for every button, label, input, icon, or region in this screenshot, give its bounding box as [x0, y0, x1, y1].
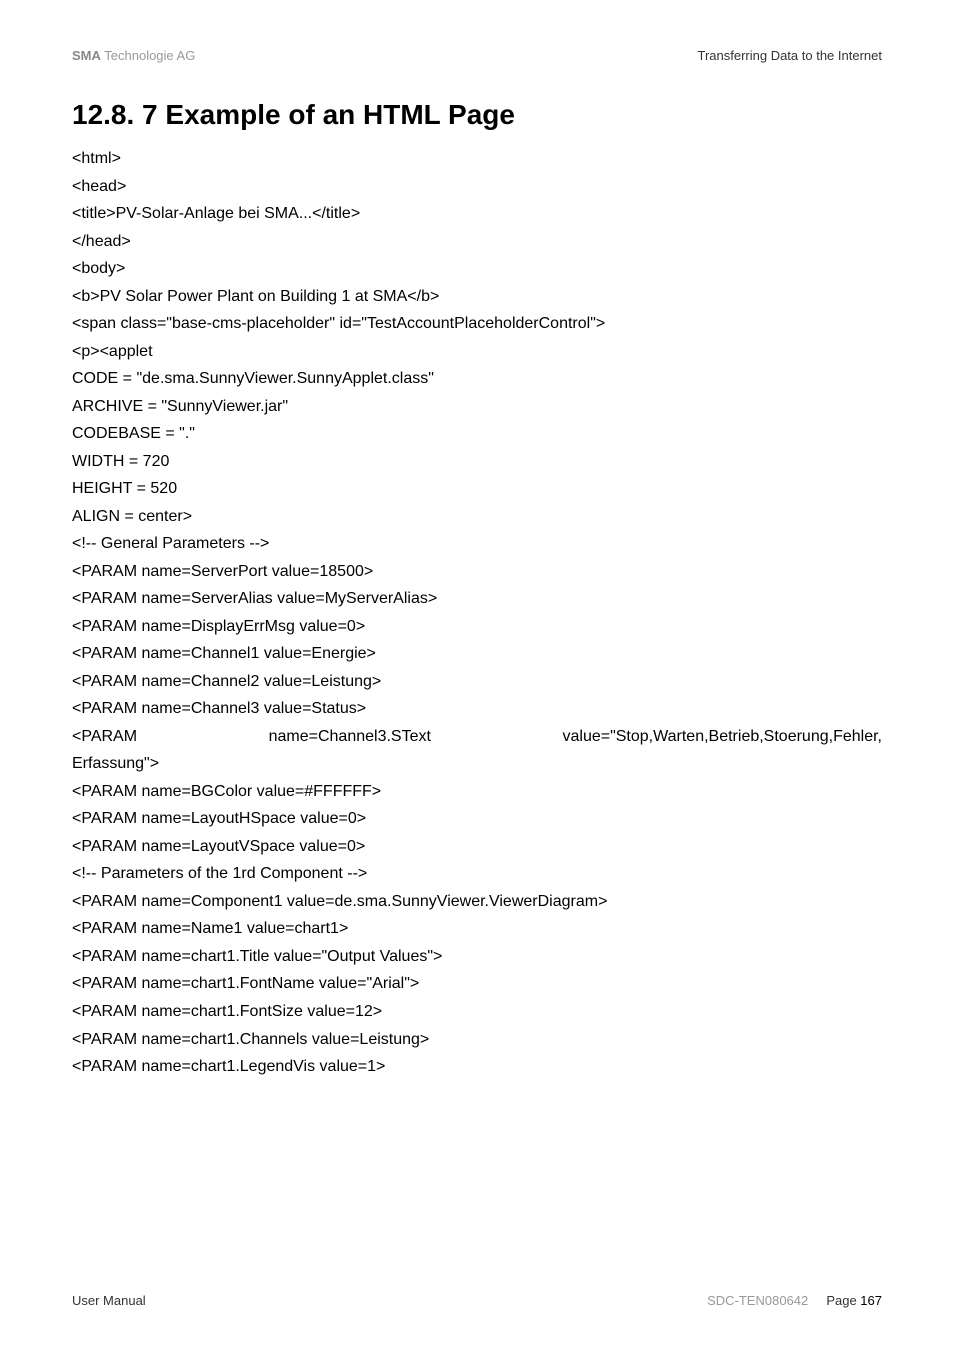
code-line: CODEBASE = ".": [72, 420, 882, 448]
footer-doc-id: SDC-TEN080642: [707, 1293, 808, 1308]
code-line: <PARAM name=ServerAlias value=MyServerAl…: [72, 585, 882, 613]
code-example-block: <html> <head> <title>PV-Solar-Anlage bei…: [72, 145, 882, 1081]
code-line: </head>: [72, 228, 882, 256]
code-line: <PARAM name=ServerPort value=18500>: [72, 558, 882, 586]
code-line: <PARAM name=Channel3.SText value="Stop,W…: [72, 723, 882, 751]
code-line: <!-- Parameters of the 1rd Component -->: [72, 860, 882, 888]
code-line: <p><applet: [72, 338, 882, 366]
code-line: <PARAM name=Channel2 value=Leistung>: [72, 668, 882, 696]
footer-left: User Manual: [72, 1293, 146, 1308]
code-line: CODE = "de.sma.SunnyViewer.SunnyApplet.c…: [72, 365, 882, 393]
code-line: Erfassung">: [72, 750, 882, 778]
code-line: <head>: [72, 173, 882, 201]
footer-page: Page 167: [826, 1293, 882, 1308]
page-header: SMA Technologie AG Transferring Data to …: [72, 48, 882, 63]
header-brand-rest: Technologie AG: [101, 48, 195, 63]
code-frag: value="Stop,Warten,Betrieb,Stoerung,Fehl…: [562, 723, 882, 751]
code-line: <PARAM name=LayoutHSpace value=0>: [72, 805, 882, 833]
code-line: <PARAM name=chart1.FontSize value=12>: [72, 998, 882, 1026]
code-frag: <PARAM: [72, 723, 137, 751]
code-line: <!-- General Parameters -->: [72, 530, 882, 558]
code-line: <PARAM name=chart1.Channels value=Leistu…: [72, 1026, 882, 1054]
code-line: <PARAM name=BGColor value=#FFFFFF>: [72, 778, 882, 806]
code-line: <PARAM name=Channel1 value=Energie>: [72, 640, 882, 668]
header-section-title: Transferring Data to the Internet: [697, 48, 882, 63]
code-line: <PARAM name=Component1 value=de.sma.Sunn…: [72, 888, 882, 916]
section-heading: 12.8. 7 Example of an HTML Page: [72, 99, 882, 131]
code-line: <body>: [72, 255, 882, 283]
code-frag: name=Channel3.SText: [269, 723, 431, 751]
footer-page-number: 167: [860, 1293, 882, 1308]
code-line: <PARAM name=LayoutVSpace value=0>: [72, 833, 882, 861]
code-line: <PARAM name=DisplayErrMsg value=0>: [72, 613, 882, 641]
footer-page-label: Page: [826, 1293, 860, 1308]
code-line: HEIGHT = 520: [72, 475, 882, 503]
code-line: ARCHIVE = "SunnyViewer.jar": [72, 393, 882, 421]
code-line: <html>: [72, 145, 882, 173]
code-line: ALIGN = center>: [72, 503, 882, 531]
code-line: <PARAM name=chart1.Title value="Output V…: [72, 943, 882, 971]
header-brand-bold: SMA: [72, 48, 101, 63]
code-line: <PARAM name=chart1.FontName value="Arial…: [72, 970, 882, 998]
code-line: <b>PV Solar Power Plant on Building 1 at…: [72, 283, 882, 311]
code-line: <title>PV-Solar-Anlage bei SMA...</title…: [72, 200, 882, 228]
code-line: <PARAM name=Channel3 value=Status>: [72, 695, 882, 723]
code-line: <PARAM name=chart1.LegendVis value=1>: [72, 1053, 882, 1081]
code-line: <PARAM name=Name1 value=chart1>: [72, 915, 882, 943]
code-line: <span class="base-cms-placeholder" id="T…: [72, 310, 882, 338]
header-brand: SMA Technologie AG: [72, 48, 195, 63]
footer-right-group: SDC-TEN080642 Page 167: [707, 1293, 882, 1308]
page-footer: User Manual SDC-TEN080642 Page 167: [72, 1293, 882, 1308]
code-line: WIDTH = 720: [72, 448, 882, 476]
